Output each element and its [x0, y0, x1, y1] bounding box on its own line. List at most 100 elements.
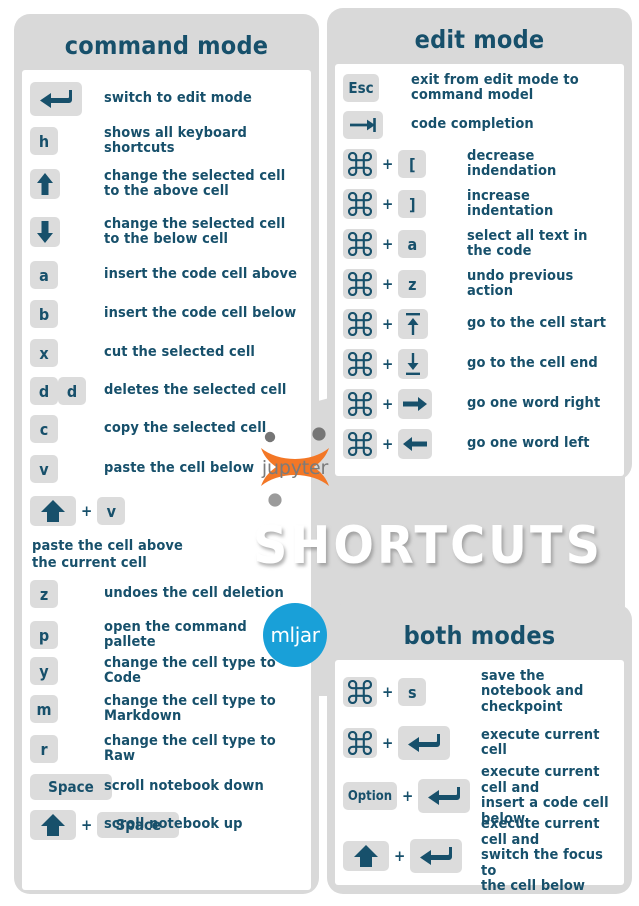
shortcut-keys: Esc: [343, 74, 399, 102]
key-c[interactable]: c: [30, 415, 58, 443]
shortcut-row: z undoes the cell deletion: [22, 572, 311, 616]
shortcut-row: d d deletes the selected cell: [22, 372, 311, 410]
shortcut-keys: h: [30, 127, 94, 155]
arrow-down-icon: [36, 220, 54, 244]
key-enter-key[interactable]: [410, 839, 463, 873]
key-v[interactable]: v: [97, 497, 126, 525]
mljar-logo: mljar: [263, 603, 327, 667]
key-][interactable]: ]: [398, 190, 427, 218]
panel-body-both-modes: + s save the notebook and checkpoint + execut…: [335, 660, 624, 894]
shortcut-row: +[decrease indendation: [335, 144, 624, 184]
key-shift-key[interactable]: [343, 841, 389, 871]
shortcut-keys: +: [343, 309, 455, 339]
key-command-key[interactable]: [343, 677, 377, 707]
shortcut-keys: +[: [343, 149, 455, 179]
shortcut-keys: b: [30, 300, 94, 328]
panel-body-edit-mode: Esc exit from edit mode to command model c…: [335, 64, 624, 476]
plus-separator: +: [81, 502, 93, 520]
key-arrow-down-to-line[interactable]: [398, 349, 429, 379]
key-shift-key[interactable]: [30, 496, 76, 526]
shortcut-description: deletes the selected cell: [104, 382, 287, 399]
plus-separator: +: [382, 195, 394, 213]
key-command-key[interactable]: [343, 429, 377, 459]
command-key-icon: [348, 352, 372, 376]
key-command-key[interactable]: [343, 269, 377, 299]
key-arrow-right[interactable]: [398, 389, 433, 419]
key-command-key[interactable]: [343, 149, 377, 179]
shortcut-row: change the selected cell to the below ce…: [22, 208, 311, 256]
shortcut-keys: +]: [343, 189, 455, 219]
shortcut-keys: +: [343, 839, 469, 873]
tab-key-icon: [349, 117, 377, 133]
panel-edit-mode: edit mode Esc exit from edit mode to comm…: [327, 8, 632, 480]
key-tab-key[interactable]: [343, 111, 383, 139]
key-command-key[interactable]: [343, 389, 377, 419]
key-z[interactable]: z: [398, 270, 427, 298]
shortcut-description: select all text in the code: [467, 227, 588, 259]
key-r[interactable]: r: [30, 735, 58, 763]
key-d[interactable]: d: [30, 377, 58, 405]
panel-title-edit-mode: edit mode: [414, 25, 545, 54]
key-p[interactable]: p: [30, 621, 58, 649]
key-m[interactable]: m: [30, 695, 58, 723]
key-enter-key[interactable]: [398, 726, 451, 760]
key-command-key[interactable]: [343, 309, 377, 339]
key-arrow-left[interactable]: [398, 429, 433, 459]
shortcut-row: x cut the selected cell: [22, 334, 311, 372]
key-a[interactable]: a: [398, 230, 427, 258]
shortcut-keys: v: [30, 455, 94, 483]
shortcut-description: switch to edit mode: [104, 90, 252, 107]
shortcut-row: Esc exit from edit mode to command model: [335, 70, 624, 106]
key-y[interactable]: y: [30, 657, 58, 685]
key-escape[interactable]: Esc: [343, 74, 379, 102]
plus-separator: +: [382, 683, 394, 701]
key-enter-key[interactable]: [30, 82, 82, 116]
panel-both-modes: both modes + s save the notebook and checkp…: [327, 604, 632, 894]
key-z[interactable]: z: [30, 580, 58, 608]
command-key-icon: [348, 192, 372, 216]
shortcut-row: + execute current cell and switch the focu…: [335, 817, 624, 894]
key-command-key[interactable]: [343, 229, 377, 259]
key-command-key[interactable]: [343, 349, 377, 379]
shortcut-description: insert the code cell below: [104, 305, 297, 322]
shortcut-row: + z undo previous action: [335, 264, 624, 304]
command-key-icon: [348, 392, 372, 416]
shortcut-keys: + a: [343, 229, 455, 259]
shortcut-keys: dd: [30, 377, 94, 405]
key-command-key[interactable]: [343, 189, 377, 219]
shortcut-row: + s save the notebook and checkpoint: [335, 666, 624, 718]
key-s[interactable]: s: [398, 678, 427, 706]
shortcut-keys: [30, 82, 94, 116]
key-a[interactable]: a: [30, 261, 58, 289]
plus-separator: +: [382, 315, 394, 333]
key-x[interactable]: x: [30, 339, 58, 367]
shortcut-row: a insert the code cell above: [22, 256, 311, 294]
shortcut-keys: + z: [343, 269, 455, 299]
shortcut-description: change the cell type to Markdown: [104, 692, 276, 724]
key-b[interactable]: b: [30, 300, 58, 328]
key-d[interactable]: d: [58, 377, 86, 405]
shortcut-description: go to the cell end: [467, 355, 598, 372]
key-shift-key[interactable]: [30, 810, 76, 840]
shift-key-icon: [40, 499, 66, 523]
key-option[interactable]: Option: [343, 782, 397, 810]
command-key-icon: [348, 731, 372, 755]
key-arrow-up-to-line[interactable]: [398, 309, 429, 339]
key-v[interactable]: v: [30, 455, 58, 483]
shortcut-keys: +: [343, 349, 455, 379]
arrow-up-icon: [36, 172, 54, 196]
shortcut-description: paste the cell below: [104, 460, 255, 477]
arrow-down-to-line-icon: [403, 352, 423, 376]
key-enter-key[interactable]: [418, 779, 471, 813]
jupyter-logo-label: jupyter: [261, 457, 329, 479]
shortcut-keys: [30, 217, 94, 247]
enter-key-icon: [427, 786, 461, 806]
key-arrow-down[interactable]: [30, 217, 60, 247]
shortcut-keys: +: [343, 726, 469, 760]
key-h[interactable]: h: [30, 127, 58, 155]
key-arrow-up[interactable]: [30, 169, 60, 199]
command-key-icon: [348, 232, 372, 256]
key-command-key[interactable]: [343, 728, 377, 758]
shift-key-icon: [40, 813, 66, 837]
key-[[interactable]: [: [398, 150, 427, 178]
